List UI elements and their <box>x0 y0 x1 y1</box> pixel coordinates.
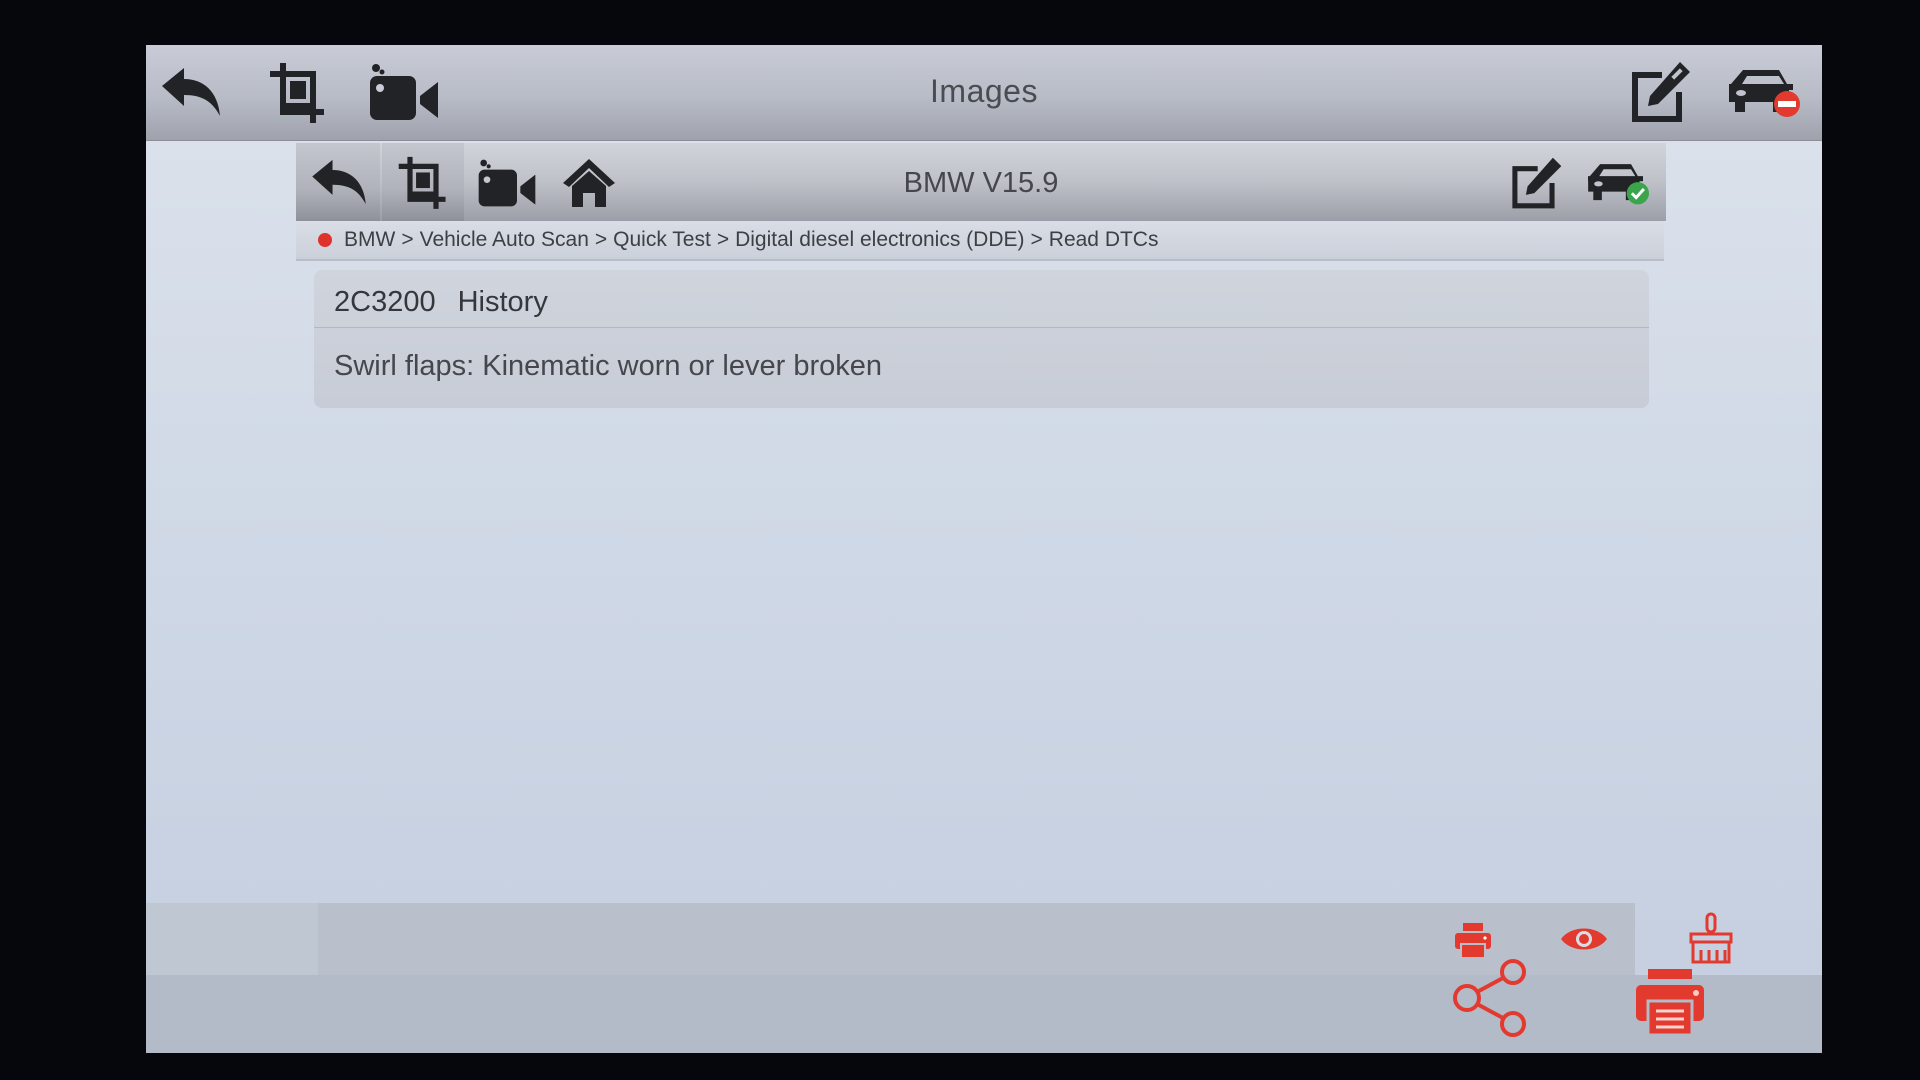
dtc-description: Swirl flaps: Kinematic worn or lever bro… <box>334 349 882 382</box>
edit-note-icon <box>1512 157 1562 209</box>
car-connected-icon <box>1588 164 1649 205</box>
share-icon <box>1453 959 1526 1037</box>
breadcrumb-separator: > <box>1030 228 1043 251</box>
breadcrumb-item[interactable]: BMW <box>344 228 395 252</box>
status-dot <box>318 233 332 247</box>
dtc-status: History <box>457 285 548 318</box>
app-action-bar <box>318 903 1733 975</box>
outer-notes-button[interactable] <box>1626 57 1694 127</box>
outer-share-button[interactable] <box>1446 943 1536 1053</box>
breadcrumb-item[interactable]: Vehicle Auto Scan <box>420 228 589 252</box>
app-view-button[interactable] <box>1556 917 1612 961</box>
dtc-list-item[interactable]: 2C3200 History Swirl flaps: Kinematic wo… <box>314 270 1649 408</box>
breadcrumb-separator: > <box>594 228 608 251</box>
app-vehicle-status-button[interactable] <box>1586 155 1652 211</box>
divider <box>314 327 1649 328</box>
app-toolbar: BMW V15.9 <box>296 143 1666 221</box>
breadcrumb-separator: > <box>401 228 414 251</box>
breadcrumb-item[interactable]: Quick Test <box>613 228 711 252</box>
outer-window-title: Images <box>930 73 1038 109</box>
outer-toolbar: Images <box>146 45 1822 141</box>
eye-icon <box>1561 928 1607 950</box>
breadcrumb: BMW > Vehicle Auto Scan > Quick Test > D… <box>296 221 1664 261</box>
dtc-header: 2C3200 History <box>334 282 548 322</box>
outer-vehicle-status-button[interactable] <box>1728 61 1802 123</box>
device-screen: Images BMW V15.9 BMW > Vehicle Auto Scan… <box>146 45 1822 1053</box>
left-panel <box>146 903 318 975</box>
outer-action-bar <box>146 903 1822 1053</box>
breadcrumb-item[interactable]: Digital diesel electronics (DDE) <box>735 228 1024 252</box>
breadcrumb-separator: > <box>716 228 730 251</box>
outer-print-report-button[interactable] <box>1630 957 1710 1047</box>
breadcrumb-item: Read DTCs <box>1048 228 1159 251</box>
printer-report-icon <box>1636 969 1704 1037</box>
car-disconnected-icon <box>1729 70 1800 117</box>
edit-note-icon <box>1632 62 1690 122</box>
app-notes-button[interactable] <box>1506 153 1566 213</box>
dtc-code: 2C3200 <box>334 285 436 318</box>
app-title: BMW V15.9 <box>903 167 1059 199</box>
